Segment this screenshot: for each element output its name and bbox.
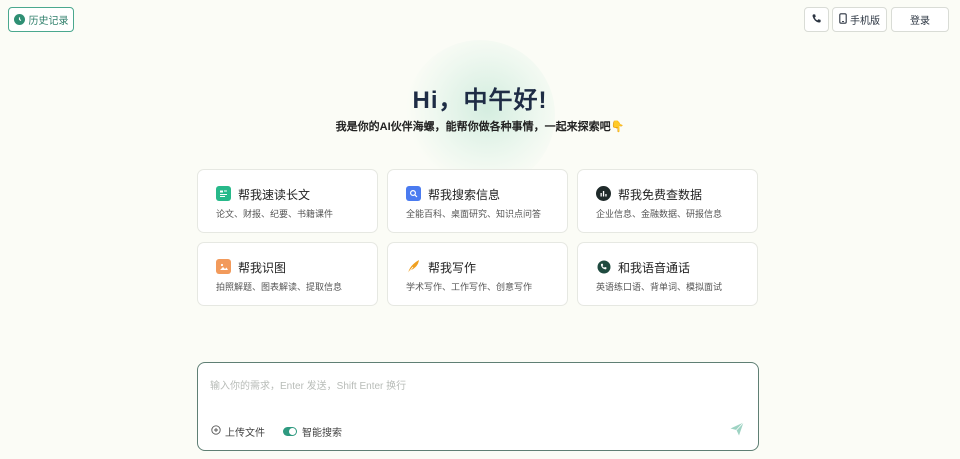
card-desc: 拍照解题、图表解读、提取信息 [216,282,343,292]
card-title: 帮我搜索信息 [428,188,501,202]
chat-input[interactable] [210,377,740,397]
history-label: 历史记录 [28,16,69,27]
card-title: 帮我免费查数据 [618,188,703,202]
card-title: 帮我识图 [238,261,287,275]
page-subtitle: 我是你的AI伙伴海螺，能帮你做各种事情，一起来探索吧👇 [335,121,625,133]
quill-icon [406,259,421,274]
smart-search-toggle[interactable]: 智能搜索 [283,424,342,439]
mobile-label: 手机版 [850,16,880,27]
hero-glow [405,40,555,190]
history-icon [13,14,25,25]
card-desc: 英语练口语、背单词、模拟面试 [596,282,723,292]
card-voice-call[interactable]: 和我语音通话 英语练口语、背单词、模拟面试 [577,242,758,306]
mobile-version-button[interactable]: 手机版 [832,7,887,32]
send-icon[interactable] [729,421,747,439]
page-title: Hi，中午好! [412,87,548,114]
phone-icon [811,13,822,27]
card-image-recognition[interactable]: 帮我识图 拍照解题、图表解读、提取信息 [197,242,378,306]
card-search-info[interactable]: 帮我搜索信息 全能百科、桌面研究、知识点问答 [387,169,568,233]
mobile-phone-icon [839,12,847,27]
upload-file-button[interactable]: 上传文件 [211,424,265,439]
document-read-icon [216,186,231,201]
image-icon [216,259,231,274]
card-free-data[interactable]: 帮我免费查数据 企业信息、金融数据、研报信息 [577,169,758,233]
card-desc: 全能百科、桌面研究、知识点问答 [406,209,542,219]
card-desc: 企业信息、金融数据、研报信息 [596,209,723,219]
card-title: 帮我速读长文 [238,188,311,202]
plus-circle-icon [211,425,221,438]
card-writing[interactable]: 帮我写作 学术写作、工作写作、创意写作 [387,242,568,306]
voice-call-icon [596,259,611,274]
search-info-icon [406,186,421,201]
card-speed-read[interactable]: 帮我速读长文 论文、财报、纪要、书籍课件 [197,169,378,233]
card-desc: 学术写作、工作写作、创意写作 [406,282,533,292]
toggle-switch-icon [283,427,297,436]
smart-search-label: 智能搜索 [302,428,342,439]
card-desc: 论文、财报、纪要、书籍课件 [216,209,334,219]
phone-call-button[interactable] [804,7,829,32]
history-button[interactable]: 历史记录 [8,7,74,32]
data-chart-icon [596,186,611,201]
login-label: 登录 [910,16,930,27]
card-title: 帮我写作 [428,261,477,275]
upload-label: 上传文件 [225,428,265,439]
card-title: 和我语音通话 [618,261,691,275]
chat-composer: 上传文件 智能搜索 [197,362,759,451]
login-button[interactable]: 登录 [891,7,949,32]
